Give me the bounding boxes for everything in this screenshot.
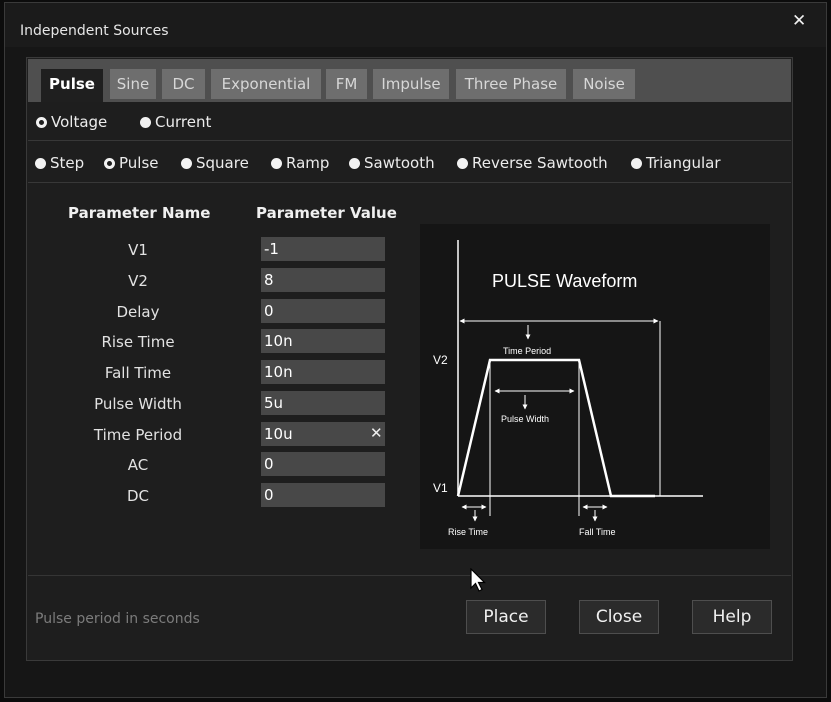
pulse-waveform-diagram: PULSE Waveform V2 V1 Time Period Pulse W… xyxy=(420,224,770,549)
help-button[interactable]: Help xyxy=(692,600,772,634)
param-input-rise-time[interactable] xyxy=(261,329,385,353)
parameter-value-header: Parameter Value xyxy=(256,204,397,222)
radio-sawtooth-label: Sawtooth xyxy=(364,154,435,172)
window-title: Independent Sources xyxy=(20,23,169,39)
tab-impulse[interactable]: Impulse xyxy=(373,69,449,99)
radio-step[interactable]: Step xyxy=(35,154,84,172)
radio-unchecked-icon xyxy=(631,158,642,169)
radio-unchecked-icon xyxy=(181,158,192,169)
tab-pulse[interactable]: Pulse xyxy=(41,69,103,102)
param-label-v1: V1 xyxy=(128,241,148,259)
param-label-time-period: Time Period xyxy=(93,426,183,444)
tab-exponential[interactable]: Exponential xyxy=(211,69,321,99)
tab-noise[interactable]: Noise xyxy=(573,69,635,99)
pulse-width-label: Pulse Width xyxy=(501,414,549,424)
radio-reverse-sawtooth-label: Reverse Sawtooth xyxy=(472,154,608,172)
time-period-label: Time Period xyxy=(503,346,551,356)
clear-input-icon[interactable]: ✕ xyxy=(370,424,383,442)
param-input-ac[interactable] xyxy=(261,452,385,476)
param-label-ac: AC xyxy=(127,456,149,474)
pulse-waveform-svg: PULSE Waveform V2 V1 Time Period Pulse W… xyxy=(433,240,703,537)
radio-unchecked-icon xyxy=(349,158,360,169)
param-input-pulse-width[interactable] xyxy=(261,391,385,415)
param-label-v2: V2 xyxy=(128,272,148,290)
diagram-title: PULSE Waveform xyxy=(492,271,637,291)
radio-voltage-label: Voltage xyxy=(51,113,108,131)
mouse-cursor-icon xyxy=(470,568,486,592)
radio-pulse[interactable]: Pulse xyxy=(104,154,159,172)
radio-square[interactable]: Square xyxy=(181,154,249,172)
param-label-fall-time: Fall Time xyxy=(104,364,172,382)
fall-time-label: Fall Time xyxy=(579,527,616,537)
source-type-row: Voltage Current xyxy=(28,103,791,141)
radio-unchecked-icon xyxy=(457,158,468,169)
param-input-v2[interactable] xyxy=(261,268,385,292)
radio-unchecked-icon xyxy=(35,158,46,169)
tab-dc[interactable]: DC xyxy=(162,69,205,99)
radio-triangular[interactable]: Triangular xyxy=(631,154,721,172)
param-label-rise-time: Rise Time xyxy=(101,333,175,351)
radio-square-label: Square xyxy=(196,154,249,172)
param-input-v1[interactable] xyxy=(261,237,385,261)
v2-label: V2 xyxy=(433,353,448,367)
radio-current-label: Current xyxy=(155,113,212,131)
rise-time-label: Rise Time xyxy=(448,527,488,537)
radio-unchecked-icon xyxy=(271,158,282,169)
waveform-type-row: Step Pulse Square Ramp Sawtooth Reverse … xyxy=(28,142,791,183)
radio-ramp[interactable]: Ramp xyxy=(271,154,329,172)
independent-sources-dialog: Independent Sources ✕ Pulse Sine DC Expo… xyxy=(4,2,827,698)
param-input-fall-time[interactable] xyxy=(261,360,385,384)
tab-fm[interactable]: FM xyxy=(326,69,367,99)
pulse-waveform-line xyxy=(456,358,655,498)
radio-reverse-sawtooth[interactable]: Reverse Sawtooth xyxy=(457,154,608,172)
v1-label: V1 xyxy=(433,481,448,495)
param-input-time-period[interactable] xyxy=(261,422,385,446)
radio-triangular-label: Triangular xyxy=(646,154,721,172)
title-bar: Independent Sources ✕ xyxy=(5,3,826,47)
param-input-delay[interactable] xyxy=(261,299,385,323)
tab-three-phase[interactable]: Three Phase xyxy=(456,69,566,99)
param-label-delay: Delay xyxy=(116,303,160,321)
tab-sine[interactable]: Sine xyxy=(110,69,156,99)
close-icon[interactable]: ✕ xyxy=(792,11,806,31)
radio-unchecked-icon xyxy=(140,117,151,128)
radio-checked-icon xyxy=(36,117,47,128)
radio-voltage[interactable]: Voltage xyxy=(36,113,107,131)
param-label-dc: DC xyxy=(126,487,150,505)
radio-sawtooth[interactable]: Sawtooth xyxy=(349,154,435,172)
parameter-name-header: Parameter Name xyxy=(68,204,211,222)
tab-strip: Pulse Sine DC Exponential FM Impulse Thr… xyxy=(28,59,791,102)
footer-divider xyxy=(28,575,791,576)
radio-ramp-label: Ramp xyxy=(286,154,330,172)
radio-pulse-label: Pulse xyxy=(119,154,159,172)
radio-step-label: Step xyxy=(50,154,85,172)
status-text: Pulse period in seconds xyxy=(35,611,200,627)
param-input-dc[interactable] xyxy=(261,483,385,507)
radio-current[interactable]: Current xyxy=(140,113,211,131)
close-button[interactable]: Close xyxy=(579,600,659,634)
radio-checked-icon xyxy=(104,158,115,169)
settings-panel: Pulse Sine DC Exponential FM Impulse Thr… xyxy=(26,57,793,661)
place-button[interactable]: Place xyxy=(466,600,546,634)
param-label-pulse-width: Pulse Width xyxy=(94,395,182,413)
